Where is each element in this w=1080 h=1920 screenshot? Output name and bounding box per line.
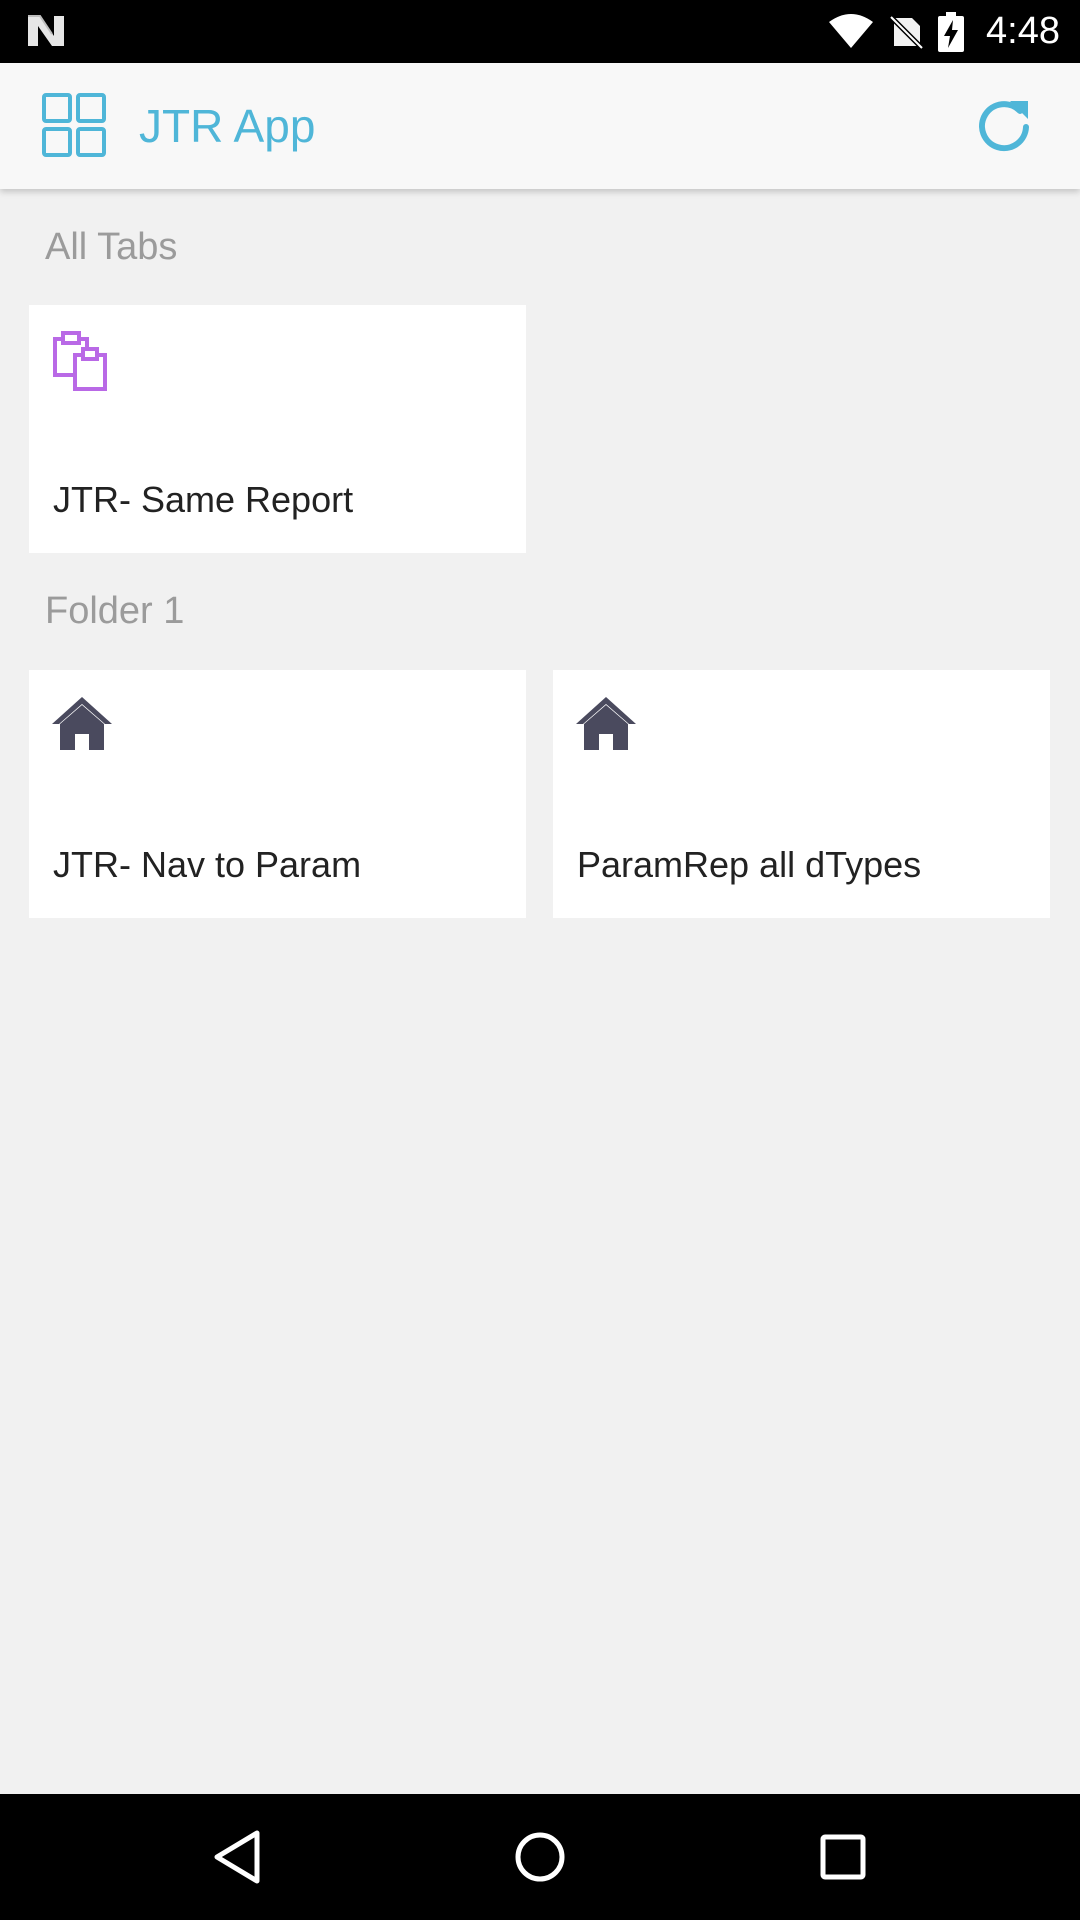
- tile-label: JTR- Nav to Param: [53, 844, 362, 885]
- navigation-bar: [0, 1794, 1080, 1920]
- n-logo-icon: [28, 15, 64, 46]
- tile-label: JTR- Same Report: [53, 479, 354, 520]
- section-label-all-tabs: All Tabs: [45, 226, 178, 268]
- tile-jtr-nav-to-param[interactable]: JTR- Nav to Param: [29, 670, 526, 918]
- home-icon: [576, 697, 636, 750]
- home-circle-icon[interactable]: [510, 1827, 570, 1887]
- clock-time: 4:48: [986, 10, 1060, 52]
- tile-label: ParamRep all dTypes: [577, 844, 922, 885]
- section-label-folder-1: Folder 1: [45, 590, 185, 632]
- grid-icon[interactable]: [42, 93, 106, 157]
- tile-paramrep-all-dtypes[interactable]: ParamRep all dTypes: [553, 670, 1050, 918]
- status-bar: 4:48: [0, 0, 1080, 63]
- battery-charging-icon: [938, 11, 965, 52]
- tile-jtr-same-report[interactable]: JTR- Same Report: [29, 305, 526, 553]
- clipboard-icon: [53, 331, 107, 391]
- no-sim-icon: [889, 14, 924, 50]
- recents-icon[interactable]: [813, 1827, 873, 1887]
- refresh-icon[interactable]: [972, 93, 1036, 157]
- app-title: JTR App: [139, 100, 316, 152]
- back-icon[interactable]: [207, 1827, 267, 1887]
- home-icon: [52, 697, 112, 750]
- wifi-icon: [829, 13, 874, 48]
- app-bar: JTR App: [0, 63, 1080, 189]
